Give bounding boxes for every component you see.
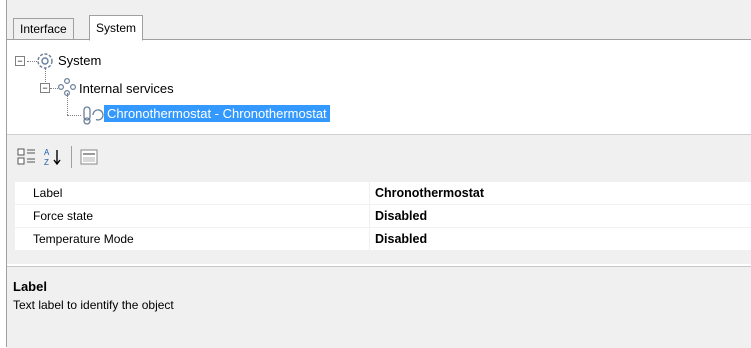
svg-text:A: A — [44, 148, 50, 157]
collapse-expander-system[interactable]: − — [15, 56, 25, 66]
svg-text:Z: Z — [44, 158, 49, 167]
property-row-temperature-mode[interactable]: Temperature Mode Disabled — [15, 228, 751, 251]
property-toolbar: A Z — [7, 134, 751, 177]
property-row-force-state[interactable]: Force state Disabled — [15, 205, 751, 228]
tree-connector — [67, 115, 81, 116]
property-name: Temperature Mode — [33, 232, 134, 246]
property-pages-icon[interactable] — [79, 147, 99, 167]
column-divider[interactable] — [369, 205, 370, 227]
tree-node-chronothermostat[interactable]: Chronothermostat - Chronothermostat — [104, 105, 330, 122]
tab-strip: Interface System — [7, 0, 751, 41]
tree-view[interactable]: − System − Internal services Chronotherm… — [7, 40, 751, 134]
system-panel: Interface System − System − Internal ser… — [6, 0, 751, 348]
property-name: Label — [33, 186, 63, 200]
description-panel: Label Text label to identify the object — [7, 266, 751, 348]
property-grid: Label Chronothermostat Force state Disab… — [7, 176, 751, 264]
collapse-expander-internal-services[interactable]: − — [40, 83, 50, 93]
column-divider[interactable] — [369, 228, 370, 250]
property-value[interactable]: Disabled — [375, 205, 427, 227]
tree-node-system[interactable]: System — [58, 53, 101, 68]
property-value[interactable]: Chronothermostat — [375, 182, 484, 204]
tab-interface[interactable]: Interface — [13, 18, 74, 40]
property-row-label[interactable]: Label Chronothermostat — [15, 182, 751, 205]
categorized-view-icon[interactable] — [17, 147, 37, 167]
toolbar-separator — [71, 146, 72, 168]
description-title: Label — [13, 279, 47, 294]
gear-icon — [37, 53, 53, 69]
tree-node-internal-services[interactable]: Internal services — [79, 81, 174, 96]
thermostat-icon — [83, 106, 104, 125]
sort-alphabetical-icon[interactable]: A Z — [43, 147, 63, 167]
network-nodes-icon — [57, 77, 77, 97]
property-name: Force state — [33, 209, 94, 223]
description-text: Text label to identify the object — [13, 298, 174, 312]
column-divider[interactable] — [369, 182, 370, 204]
tab-system[interactable]: System — [89, 15, 144, 41]
property-value[interactable]: Disabled — [375, 228, 427, 250]
